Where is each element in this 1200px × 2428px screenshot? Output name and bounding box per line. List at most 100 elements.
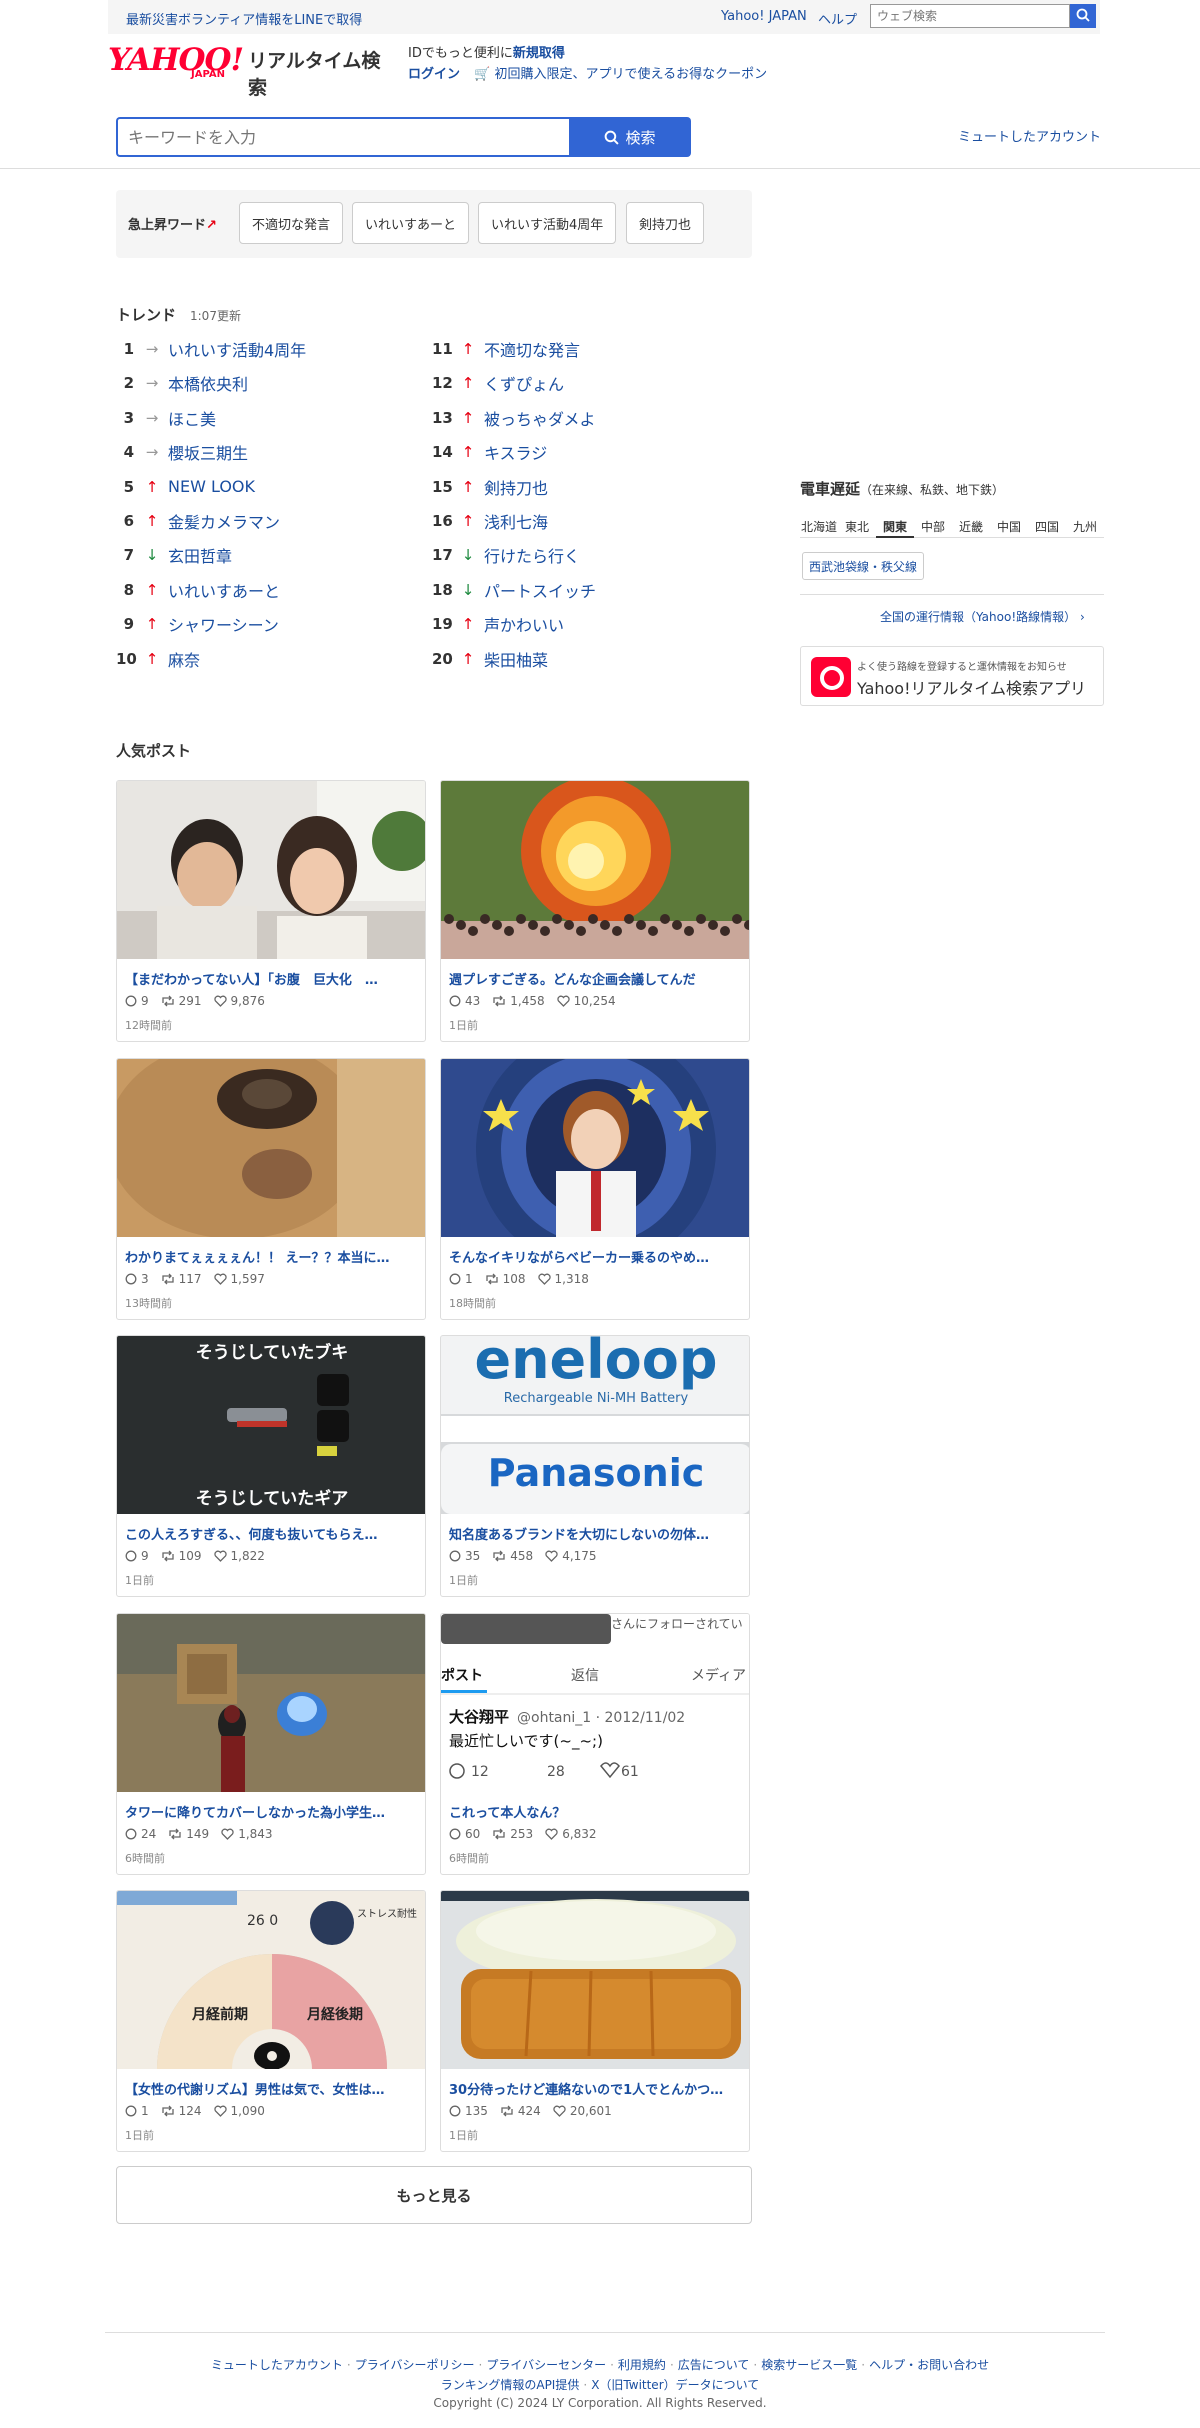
rising-chip[interactable]: 不適切な発言 <box>239 202 344 244</box>
trend-item[interactable]: 3 → ほこ美 <box>116 406 216 430</box>
web-search-button[interactable] <box>1070 4 1096 28</box>
trend-item[interactable]: 9 ↑ シャワーシーン <box>116 612 279 636</box>
post-thumbnail-couple[interactable] <box>117 781 426 959</box>
post-thumbnail-battery[interactable]: eneloopRechargeable Ni-MH Battery Panason… <box>441 1336 750 1514</box>
post-thumbnail-explosion[interactable] <box>441 781 750 959</box>
site-logo[interactable]: YAHOO! JAPAN リアルタイム検索 <box>108 42 388 99</box>
coupon-link[interactable]: 初回購入限定、アプリで使えるお得なクーポン <box>494 67 767 82</box>
post-card[interactable]: そんなイキリながらベビーカー乗るのやめ… 1 108 1,318 18時間前 <box>440 1057 750 1320</box>
trend-item[interactable]: 13 ↑ 被っちゃダメよ <box>432 406 596 430</box>
trend-word[interactable]: いれいすあーと <box>168 578 280 602</box>
trend-item[interactable]: 6 ↑ 金髪カメラマン <box>116 509 280 533</box>
post-thumbnail-fps[interactable] <box>117 1613 426 1792</box>
post-thumbnail-tweet[interactable]: さんにフォローされていポスト 返信 メディア大谷翔平 @ohtani_1 · 2012… <box>441 1613 750 1792</box>
footer-link[interactable]: プライバシーセンター <box>486 2358 606 2372</box>
trend-word[interactable]: NEW LOOK <box>168 477 255 496</box>
post-title[interactable]: 知名度あるブランドを大切にしないの勿体… <box>449 1524 743 1543</box>
register-link[interactable]: 新規取得 <box>513 46 565 61</box>
footer-link[interactable]: 検索サービス一覧 <box>761 2358 857 2372</box>
web-search-input[interactable] <box>870 4 1070 28</box>
post-card[interactable]: さんにフォローされてい ポスト 返信 メディア 大谷翔平 @ohtani_1 · 2012… <box>440 1612 750 1875</box>
trend-item[interactable]: 1 → いれいす活動4周年 <box>116 337 307 361</box>
trend-item[interactable]: 14 ↑ キスラジ <box>432 440 547 464</box>
post-card[interactable]: eneloop Rechargeable Ni-MH Battery Panason… <box>440 1335 750 1597</box>
trend-item[interactable]: 12 ↑ くずぴょん <box>432 371 564 395</box>
trend-word[interactable]: 本橋依央利 <box>168 371 248 395</box>
trend-item[interactable]: 10 ↑ 麻奈 <box>116 647 200 671</box>
keyword-search-input[interactable] <box>116 117 569 157</box>
rising-chip[interactable]: いれいすあーと <box>352 202 470 244</box>
post-thumbnail-game[interactable]: そうじしていたブキそうじしていたギア <box>117 1336 426 1514</box>
trend-word[interactable]: ほこ美 <box>168 406 216 430</box>
trend-item[interactable]: 5 ↑ NEW LOOK <box>116 475 255 499</box>
post-card[interactable]: 30分待ったけど連絡ないので1人でとんかつ… 135 424 20,601 1日前 <box>440 1890 750 2152</box>
delayed-line-chip[interactable]: 西武池袋線・秩父線 <box>802 552 925 580</box>
region-tab[interactable]: 関東 <box>876 514 914 538</box>
region-tab[interactable]: 北海道 <box>800 514 838 538</box>
trend-item[interactable]: 4 → 櫻坂三期生 <box>116 440 248 464</box>
post-title[interactable]: タワーに降りてカバーしなかった為小学生… <box>125 1802 419 1821</box>
trend-item[interactable]: 11 ↑ 不適切な発言 <box>432 337 580 361</box>
trend-word[interactable]: 櫻坂三期生 <box>168 440 248 464</box>
rising-chip[interactable]: 剣持刀也 <box>626 202 705 244</box>
trend-item[interactable]: 15 ↑ 剣持刀也 <box>432 475 548 499</box>
footer-link[interactable]: 広告について <box>678 2358 750 2372</box>
post-card[interactable]: 【まだわかってない人】「お腹 巨大化 … 9 291 9,876 12時間前 <box>116 780 426 1042</box>
login-link[interactable]: ログイン <box>408 67 460 82</box>
post-title[interactable]: これって本人なん？ <box>449 1802 743 1821</box>
trend-word[interactable]: 不適切な発言 <box>484 337 580 361</box>
yahoo-japan-link[interactable]: Yahoo! JAPAN <box>721 9 807 24</box>
footer-link[interactable]: ミュートしたアカウント <box>211 2358 343 2372</box>
post-thumbnail-tonkatsu[interactable] <box>441 1891 750 2069</box>
post-card[interactable]: わかりまてぇぇぇぇん！！ えー？？本当に… 3 117 1,597 13時間前 <box>116 1057 426 1320</box>
post-title[interactable]: この人えろすぎる、、何度も抜いてもらえ… <box>125 1524 419 1543</box>
post-card[interactable]: そうじしていたブキ そうじしていたギア この人えろすぎる、、何度も抜いてもらえ… 9 1… <box>116 1335 426 1597</box>
trend-word[interactable]: キスラジ <box>484 440 547 464</box>
rising-chip[interactable]: いれいす活動4周年 <box>478 202 617 244</box>
post-card[interactable]: 26 0 ストレス耐性 月経前期 月経後期 【女性の代謝リズム】男性は気で、女性は… 1 1… <box>116 1890 426 2152</box>
trend-item[interactable]: 20 ↑ 柴田柚菜 <box>432 647 548 671</box>
trend-item[interactable]: 16 ↑ 浅利七海 <box>432 509 548 533</box>
post-thumbnail-dog[interactable] <box>117 1058 426 1237</box>
region-tab[interactable]: 九州 <box>1066 514 1104 538</box>
trend-word[interactable]: 声かわいい <box>484 612 564 636</box>
trend-word[interactable]: 麻奈 <box>168 647 200 671</box>
region-tab[interactable]: 近畿 <box>952 514 990 538</box>
region-tab[interactable]: 中国 <box>990 514 1028 538</box>
post-title[interactable]: 【まだわかってない人】「お腹 巨大化 … <box>125 969 419 988</box>
post-thumbnail-rhythm[interactable]: 26 0 ストレス耐性月経前期 月経後期 <box>117 1891 426 2069</box>
app-banner[interactable]: よく使う路線を登録すると運休情報をお知らせ Yahoo!リアルタイム検索アプリ <box>800 646 1104 706</box>
region-tab[interactable]: 中部 <box>914 514 952 538</box>
post-title[interactable]: わかりまてぇぇぇぇん！！ えー？？本当に… <box>125 1247 419 1266</box>
trend-word[interactable]: いれいす活動4周年 <box>168 337 306 361</box>
trend-item[interactable]: 19 ↑ 声かわいい <box>432 612 564 636</box>
trend-word[interactable]: シャワーシーン <box>168 612 279 636</box>
trend-word[interactable]: くずぴょん <box>484 371 564 395</box>
post-title[interactable]: そんなイキリながらベビーカー乗るのやめ… <box>449 1247 743 1266</box>
footer-link[interactable]: ランキング情報のAPI提供 <box>441 2378 580 2392</box>
post-title[interactable]: 30分待ったけど連絡ないので1人でとんかつ… <box>449 2079 743 2098</box>
trend-word[interactable]: 剣持刀也 <box>484 475 548 499</box>
post-thumbnail-anime[interactable] <box>441 1058 750 1237</box>
trend-word[interactable]: 玄田哲章 <box>168 543 232 567</box>
footer-link[interactable]: ヘルプ・お問い合わせ <box>869 2358 989 2372</box>
trend-item[interactable]: 2 → 本橋依央利 <box>116 371 248 395</box>
nationwide-info-link[interactable]: 全国の運行情報（Yahoo!路線情報） › <box>880 608 1085 625</box>
trend-item[interactable]: 8 ↑ いれいすあーと <box>116 578 280 602</box>
trend-item[interactable]: 7 ↓ 玄田哲章 <box>116 543 232 567</box>
footer-link[interactable]: プライバシーポリシー <box>355 2358 475 2372</box>
show-more-button[interactable]: もっと見る <box>116 2166 752 2224</box>
muted-accounts-link[interactable]: ミュートしたアカウント <box>958 126 1101 145</box>
post-title[interactable]: 週プレすごぎる。どんな企画会議してんだ <box>449 969 743 988</box>
footer-link[interactable]: 利用規約 <box>618 2358 666 2372</box>
search-button[interactable]: 検索 <box>569 117 691 157</box>
post-card[interactable]: タワーに降りてカバーしなかった為小学生… 24 149 1,843 6時間前 <box>116 1612 426 1875</box>
disaster-volunteer-link[interactable]: 最新災害ボランティア情報をLINEで取得 <box>126 9 362 28</box>
trend-item[interactable]: 17 ↓ 行けたら行く <box>432 543 580 567</box>
region-tab[interactable]: 東北 <box>838 514 876 538</box>
footer-link[interactable]: X（旧Twitter）データについて <box>591 2378 759 2392</box>
trend-word[interactable]: 行けたら行く <box>484 543 580 567</box>
trend-word[interactable]: 柴田柚菜 <box>484 647 548 671</box>
post-title[interactable]: 【女性の代謝リズム】男性は気で、女性は… <box>125 2079 419 2098</box>
post-card[interactable]: 週プレすごぎる。どんな企画会議してんだ 43 1,458 10,254 1日前 <box>440 780 750 1042</box>
